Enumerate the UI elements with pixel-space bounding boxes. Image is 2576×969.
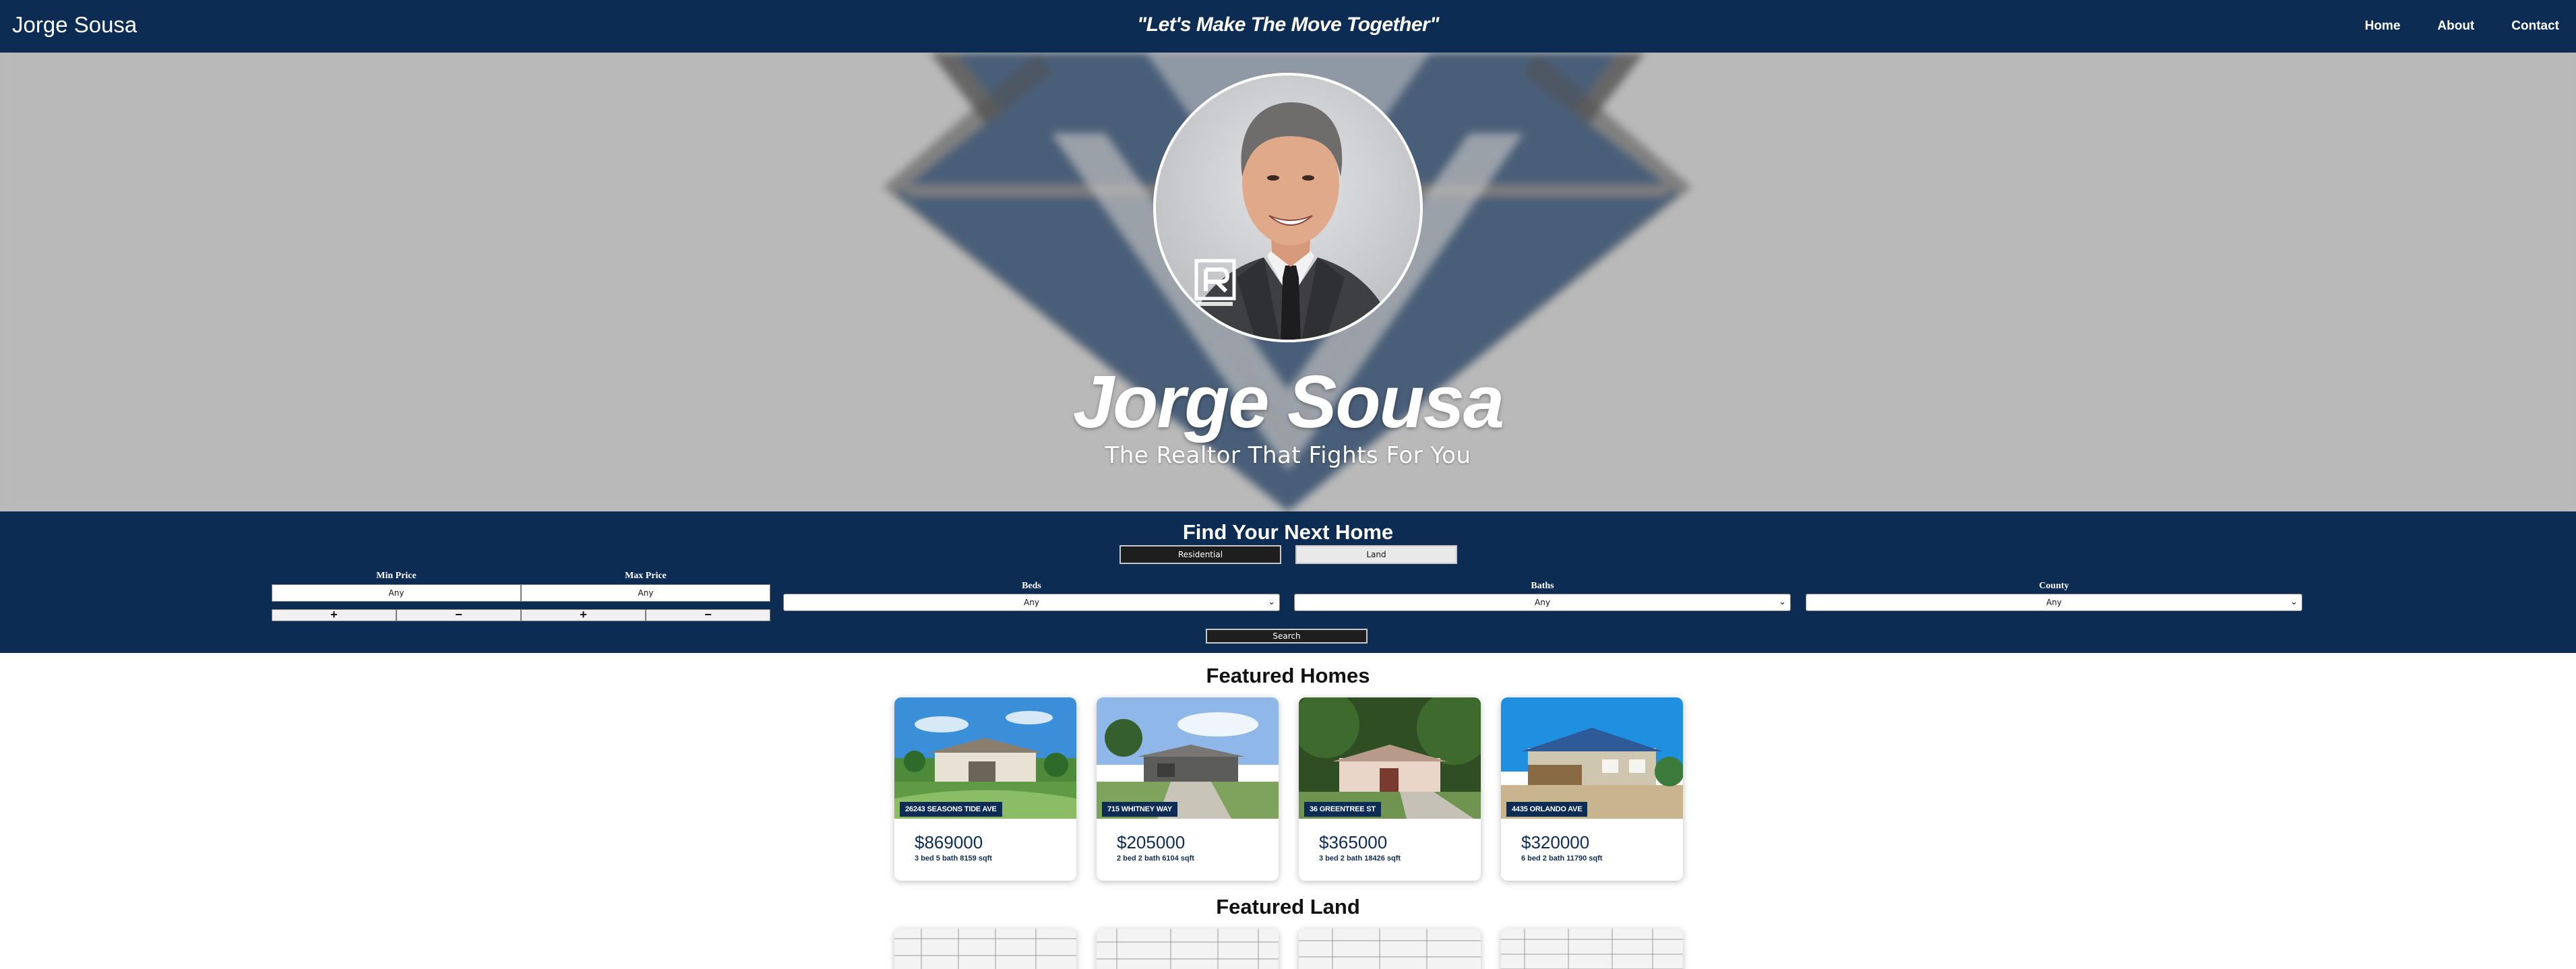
- home-details: 6 bed 2 bath 11790 sqft: [1521, 854, 1603, 863]
- home-price: $365000: [1319, 832, 1388, 852]
- county-select[interactable]: Any ⌄: [1806, 594, 2302, 611]
- home-photo: [1501, 697, 1683, 819]
- max-price-decrement-button[interactable]: −: [646, 608, 770, 621]
- agent-photo: [1156, 75, 1420, 340]
- search-panel: Find Your Next Home Residential Land Min…: [0, 511, 2576, 653]
- min-price-input[interactable]: Any: [272, 584, 521, 602]
- beds-select[interactable]: Any ⌄: [783, 594, 1280, 611]
- home-photo: [894, 697, 1076, 819]
- home-details: 2 bed 2 bath 6104 sqft: [1117, 854, 1194, 863]
- land-card[interactable]: [1097, 929, 1279, 969]
- home-address: 36 GREENTREE ST: [1304, 802, 1381, 817]
- home-card[interactable]: 715 WHITNEY WAY $205000 2 bed 2 bath 610…: [1097, 697, 1279, 881]
- tab-residential[interactable]: Residential: [1120, 545, 1281, 564]
- hero-section: Jorge Sousa The Realtor That Fights For …: [0, 53, 2576, 511]
- nav-contact-link[interactable]: Contact: [2511, 19, 2559, 34]
- min-price-increment-button[interactable]: +: [272, 608, 396, 621]
- chevron-down-icon: ⌄: [2290, 597, 2298, 607]
- max-price-input[interactable]: Any: [521, 584, 770, 602]
- agent-portrait: [1153, 73, 1423, 342]
- baths-label: Baths: [1531, 581, 1554, 591]
- land-plat-map: [1097, 929, 1279, 969]
- land-plat-map: [1299, 929, 1481, 969]
- land-card[interactable]: [1501, 929, 1683, 969]
- min-price-decrement-button[interactable]: −: [396, 608, 521, 621]
- search-button[interactable]: Search: [1206, 629, 1368, 644]
- home-card[interactable]: 36 GREENTREE ST $365000 3 bed 2 bath 184…: [1299, 697, 1481, 881]
- max-price-increment-button[interactable]: +: [521, 608, 646, 621]
- home-details: 3 bed 2 bath 18426 sqft: [1319, 854, 1401, 863]
- baths-select-value: Any: [1535, 598, 1550, 607]
- baths-select[interactable]: Any ⌄: [1294, 594, 1791, 611]
- featured-land-title: Featured Land: [1216, 895, 1360, 918]
- home-address: 26243 SEASONS TIDE AVE: [900, 802, 1002, 817]
- land-card[interactable]: [894, 929, 1076, 969]
- home-price: $320000: [1521, 832, 1590, 852]
- featured-homes-title: Featured Homes: [1206, 664, 1370, 687]
- home-photo: [1097, 697, 1279, 819]
- county-select-value: Any: [2046, 598, 2062, 607]
- beds-label: Beds: [1022, 581, 1041, 591]
- chevron-down-icon: ⌄: [1779, 597, 1786, 607]
- nav-links: Home About Contact: [2345, 0, 2576, 53]
- home-address: 715 WHITNEY WAY: [1102, 802, 1178, 817]
- home-price: $205000: [1117, 832, 1186, 852]
- county-label: County: [2039, 581, 2069, 591]
- home-card[interactable]: 4435 ORLANDO AVE $320000 6 bed 2 bath 11…: [1501, 697, 1683, 881]
- home-card[interactable]: 26243 SEASONS TIDE AVE $869000 3 bed 5 b…: [894, 697, 1076, 881]
- tab-land[interactable]: Land: [1295, 545, 1457, 564]
- home-details: 3 bed 5 bath 8159 sqft: [915, 854, 992, 863]
- max-price-label: Max Price: [625, 571, 667, 581]
- hero-subtitle: The Realtor That Fights For You: [1105, 442, 1471, 469]
- min-price-label: Min Price: [376, 571, 417, 581]
- search-title: Find Your Next Home: [1182, 520, 1394, 544]
- home-address: 4435 ORLANDO AVE: [1506, 802, 1588, 817]
- land-plat-map: [894, 929, 1076, 969]
- chevron-down-icon: ⌄: [1268, 597, 1275, 607]
- nav-home-link[interactable]: Home: [2365, 19, 2401, 34]
- land-plat-map: [1501, 929, 1683, 969]
- home-photo: [1299, 697, 1481, 819]
- nav-about-link[interactable]: About: [2437, 19, 2474, 34]
- land-card[interactable]: [1299, 929, 1481, 969]
- beds-select-value: Any: [1024, 598, 1039, 607]
- nav-tagline: "Let's Make The Move Together": [1137, 13, 1439, 36]
- top-nav: Jorge Sousa "Let's Make The Move Togethe…: [0, 0, 2576, 53]
- home-price: $869000: [915, 832, 983, 852]
- hero-agent-name: Jorge Sousa: [1072, 361, 1504, 443]
